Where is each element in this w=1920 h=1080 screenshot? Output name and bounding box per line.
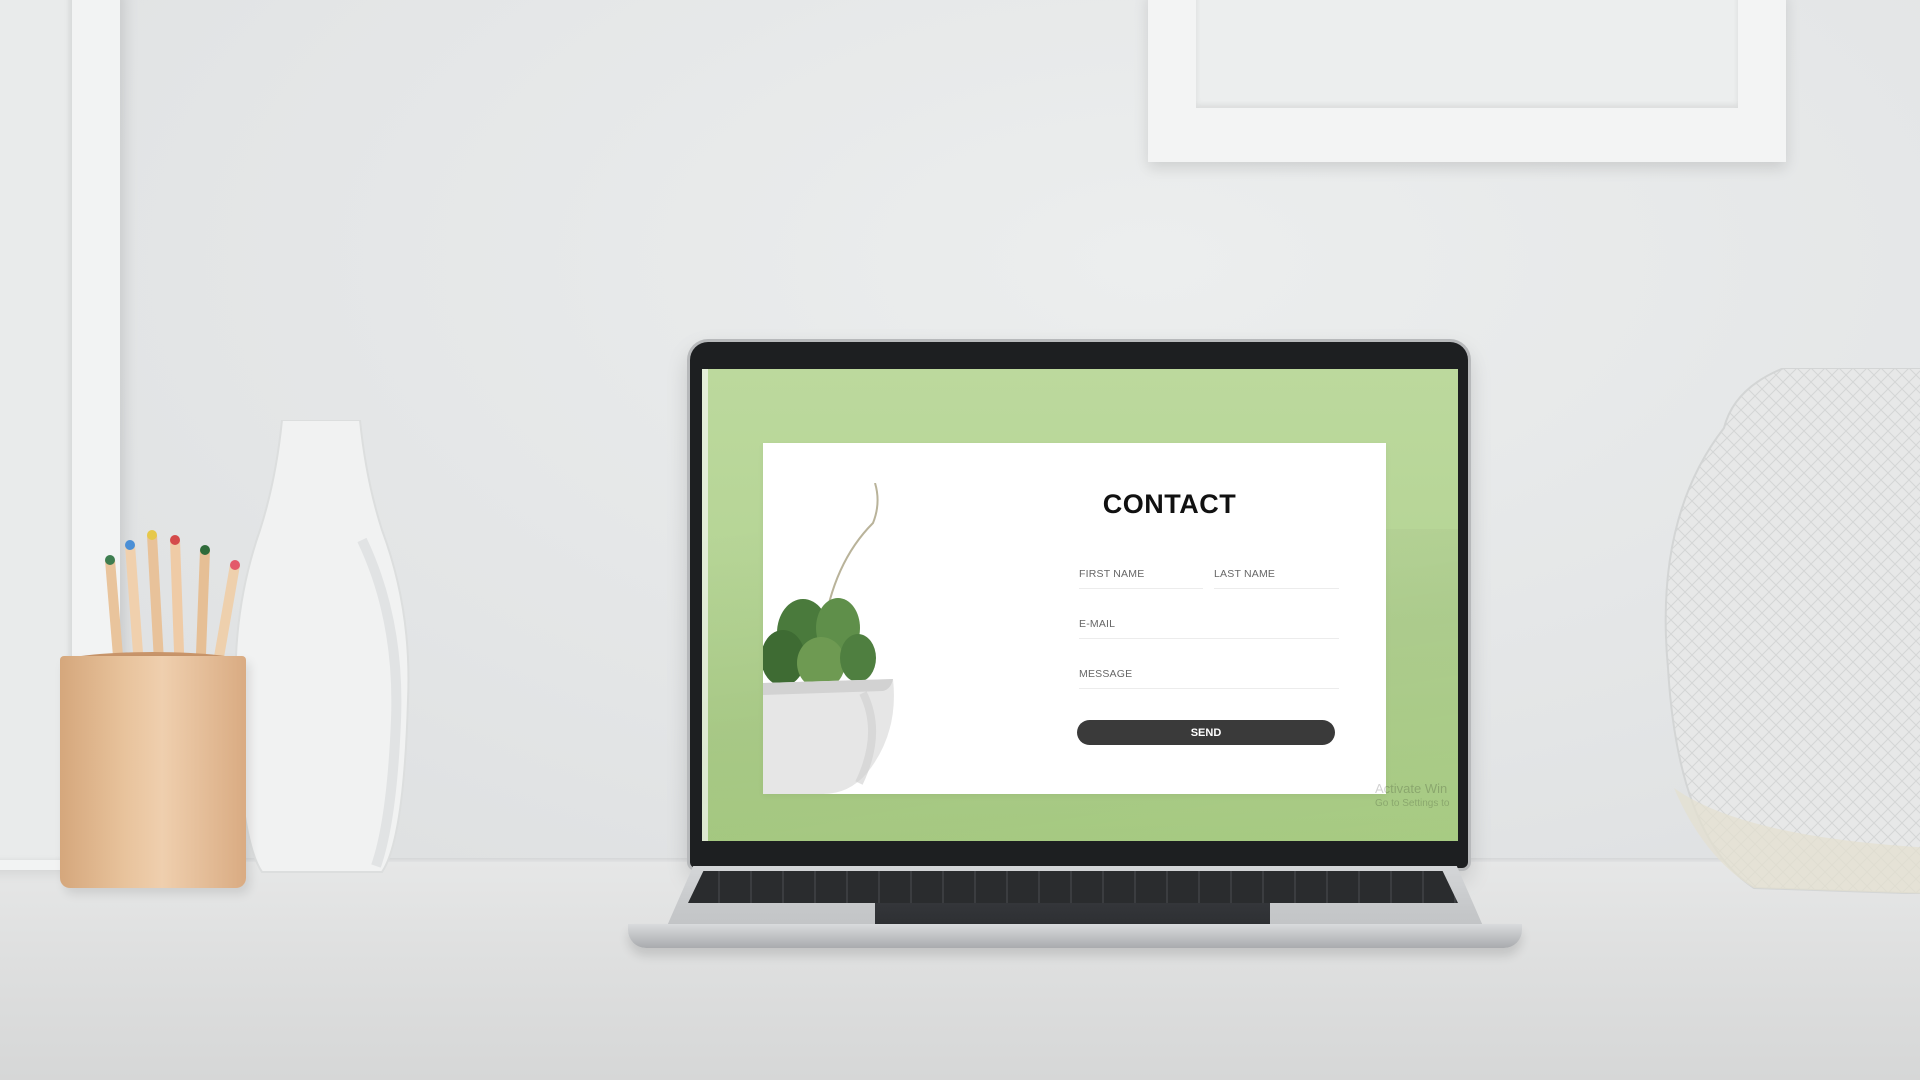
picture-frame-top-inner [1196, 0, 1738, 108]
laptop-screen: CONTACT SEND Activate Win Go to Settings… [702, 369, 1458, 841]
contact-card: CONTACT SEND [763, 443, 1386, 794]
page-title: CONTACT [1102, 489, 1237, 519]
picture-frame-top [1148, 0, 1786, 162]
first-name-input[interactable] [1079, 560, 1203, 588]
activation-watermark: Activate Win Go to Settings to [1375, 781, 1458, 811]
email-input[interactable] [1079, 610, 1339, 638]
watermark-line-1: Activate Win [1375, 781, 1448, 796]
screen-edge [702, 369, 708, 841]
desk-scene: CONTACT SEND Activate Win Go to Settings… [0, 0, 1920, 1080]
message-input[interactable] [1079, 660, 1339, 688]
last-name-input[interactable] [1214, 560, 1339, 588]
watermark-line-2: Go to Settings to [1375, 798, 1450, 809]
laptop-keyboard [688, 871, 1458, 903]
last-name-field-wrapper [1214, 560, 1339, 589]
send-button[interactable]: SEND [1077, 720, 1335, 745]
potted-plant-image [763, 483, 894, 794]
pencil-cup [60, 656, 246, 888]
email-field-wrapper [1079, 610, 1339, 639]
first-name-field-wrapper [1079, 560, 1203, 589]
message-field-wrapper [1079, 660, 1339, 689]
ceramic-vase [1664, 368, 1920, 894]
laptop-base [628, 924, 1522, 948]
